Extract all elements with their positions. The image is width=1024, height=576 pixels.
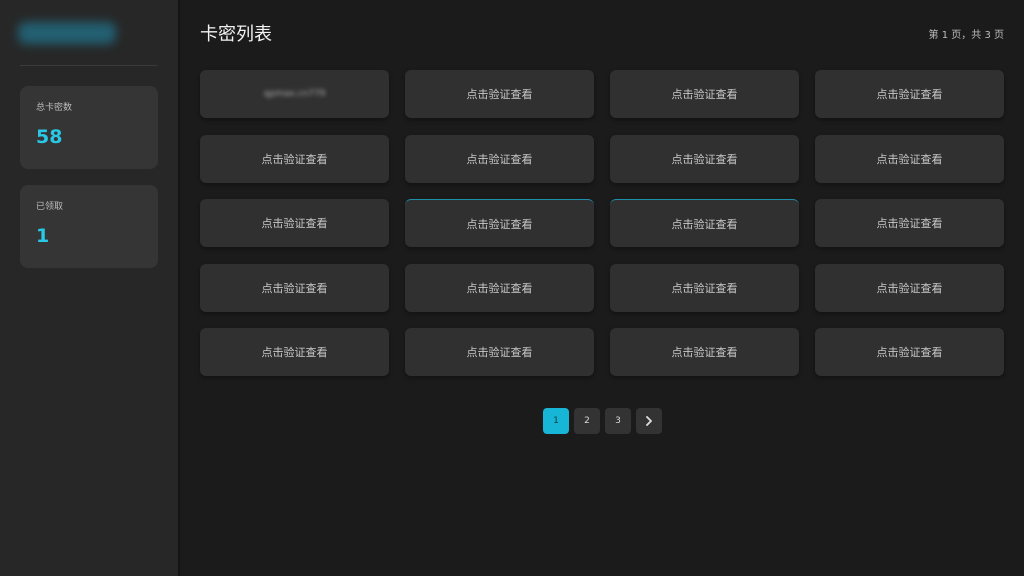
card-label: 点击验证查看 (671, 88, 738, 101)
card-item[interactable]: 点击验证查看 (815, 263, 1004, 312)
page-button-3[interactable]: 3 (605, 408, 631, 434)
sidebar-divider (20, 65, 158, 66)
card-item[interactable]: 点击验证查看 (610, 134, 799, 183)
card-code: qpmax.cn779 (263, 89, 326, 99)
card-item[interactable]: 点击验证查看 (200, 263, 389, 312)
card-label: 点击验证查看 (671, 217, 738, 231)
card-item[interactable]: 点击验证查看 (815, 134, 1004, 183)
card-label: 点击验证查看 (876, 217, 943, 230)
main-content: 卡密列表 第 1 页，共 3 页 qpmax.cn779 点击验证查看 点击验证… (180, 0, 1024, 576)
card-label: 点击验证查看 (876, 152, 943, 166)
card-item[interactable]: 点击验证查看 (610, 70, 799, 118)
card-label: 点击验证查看 (261, 152, 328, 166)
card-label: 点击验证查看 (466, 152, 533, 166)
stat-card-claimed: 已领取 1 (20, 185, 158, 268)
card-label: 点击验证查看 (671, 281, 738, 295)
card-item[interactable]: 点击验证查看 (200, 134, 389, 183)
card-label: 点击验证查看 (261, 217, 328, 230)
chevron-right-icon (646, 416, 652, 426)
logo (18, 22, 116, 44)
card-label: 点击验证查看 (466, 281, 533, 295)
card-label: 点击验证查看 (671, 152, 738, 166)
card-item[interactable]: 点击验证查看 (815, 328, 1004, 376)
card-label: 点击验证查看 (466, 346, 533, 359)
card-label: 点击验证查看 (261, 346, 328, 359)
card-item[interactable]: 点击验证查看 (405, 263, 594, 312)
app-window: 总卡密数 58 已领取 1 卡密列表 第 1 页，共 3 页 qpmax.cn7… (0, 0, 1024, 576)
card-item[interactable]: 点击验证查看 (200, 199, 389, 247)
card-label: 点击验证查看 (466, 88, 533, 101)
card-item[interactable]: 点击验证查看 (405, 199, 594, 247)
card-item[interactable]: qpmax.cn779 (200, 70, 389, 118)
stat-value: 58 (36, 126, 63, 148)
card-label: 点击验证查看 (876, 346, 943, 359)
sidebar: 总卡密数 58 已领取 1 (0, 0, 180, 576)
page-info: 第 1 页，共 3 页 (928, 30, 1004, 41)
stat-card-total: 总卡密数 58 (20, 86, 158, 169)
card-label: 点击验证查看 (876, 281, 943, 295)
card-label: 点击验证查看 (671, 346, 738, 359)
card-label: 点击验证查看 (466, 217, 533, 231)
card-label: 点击验证查看 (876, 88, 943, 101)
next-page-button[interactable] (636, 408, 662, 434)
stat-label: 已领取 (36, 202, 64, 212)
card-item[interactable]: 点击验证查看 (200, 328, 389, 376)
stat-value: 1 (36, 225, 50, 247)
page-button-1[interactable]: 1 (543, 408, 569, 434)
card-grid: qpmax.cn779 点击验证查看 点击验证查看 点击验证查看 点击验证查看 … (200, 70, 1004, 376)
card-item[interactable]: 点击验证查看 (610, 199, 799, 247)
stat-label: 总卡密数 (36, 103, 73, 113)
card-item[interactable]: 点击验证查看 (610, 328, 799, 376)
page-title: 卡密列表 (200, 24, 272, 45)
card-item[interactable]: 点击验证查看 (405, 328, 594, 376)
card-item[interactable]: 点击验证查看 (610, 263, 799, 312)
card-item[interactable]: 点击验证查看 (405, 70, 594, 118)
card-item[interactable]: 点击验证查看 (815, 70, 1004, 118)
pagination: 1 2 3 (543, 408, 662, 434)
card-item[interactable]: 点击验证查看 (815, 199, 1004, 247)
card-item[interactable]: 点击验证查看 (405, 134, 594, 183)
page-button-2[interactable]: 2 (574, 408, 600, 434)
card-label: 点击验证查看 (261, 281, 328, 295)
